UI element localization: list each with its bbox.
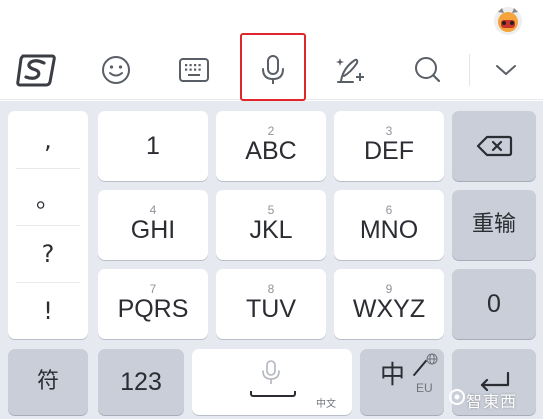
key-label: 123 — [120, 368, 162, 396]
numeric-key[interactable]: 123 — [98, 349, 184, 415]
punct-period-key[interactable]: 。 — [8, 168, 88, 225]
key-label: 重输 — [471, 212, 516, 237]
punct-comma-key[interactable]: , — [8, 111, 88, 168]
reenter-key[interactable]: 重输 — [452, 190, 536, 260]
globe-icon — [426, 353, 438, 365]
key-label: GHI — [130, 216, 176, 244]
key-label: 符 — [36, 369, 59, 394]
key-1[interactable]: 1 — [98, 111, 208, 181]
key-label: 1 — [146, 132, 160, 160]
key-label: WXYZ — [352, 295, 426, 323]
key-label: MNO — [359, 216, 419, 244]
punctuation-column: , 。 ? ! — [8, 111, 88, 339]
key-number: 4 — [149, 203, 157, 217]
microphone-icon — [262, 360, 280, 384]
search-icon — [415, 57, 441, 83]
emoji-icon — [102, 56, 130, 84]
key-label: 0 — [487, 290, 501, 318]
key-label: PQRS — [117, 295, 189, 323]
key-number: 7 — [149, 282, 157, 296]
backspace-icon — [476, 135, 513, 157]
key-6-mno[interactable]: 6 MNO — [334, 190, 444, 260]
punct-exclamation-key[interactable]: ! — [8, 282, 88, 339]
key-8-tuv[interactable]: 8 TUV — [216, 269, 326, 339]
search-button[interactable] — [396, 40, 460, 100]
key-0[interactable]: 0 — [452, 269, 536, 339]
key-number: 3 — [385, 124, 393, 138]
space-key-sublabel: 中文 — [316, 399, 336, 410]
key-number: 8 — [267, 282, 275, 296]
key-5-jkl[interactable]: 5 JKL — [216, 190, 326, 260]
handwriting-icon — [336, 58, 364, 83]
language-switch-key[interactable]: 中 EU — [360, 349, 444, 415]
keyboard-icon — [179, 58, 209, 82]
keyboard-switch-button[interactable] — [162, 40, 226, 100]
space-bar-glyph — [250, 391, 296, 397]
key-label: JKL — [249, 216, 293, 244]
key-4-ghi[interactable]: 4 GHI — [98, 190, 208, 260]
lang-chinese-label: 中 — [380, 360, 406, 389]
voice-button-highlight-box — [240, 33, 306, 101]
key-7-pqrs[interactable]: 7 PQRS — [98, 269, 208, 339]
watermark-text: 智東西 — [466, 392, 518, 411]
backspace-key[interactable] — [452, 111, 536, 181]
chevron-down-icon — [496, 65, 516, 75]
key-9-wxyz[interactable]: 9 WXYZ — [334, 269, 444, 339]
key-label: TUV — [246, 295, 296, 323]
watermark-logo-icon — [449, 389, 465, 405]
key-label: ABC — [245, 137, 297, 165]
mascot-icon[interactable] — [490, 2, 526, 38]
key-number: 5 — [267, 203, 275, 217]
key-number: 6 — [385, 203, 393, 217]
lang-eu-label: EU — [416, 381, 433, 395]
key-number: 2 — [267, 124, 275, 138]
punct-question-key[interactable]: ? — [8, 225, 88, 282]
toolbar-divider — [469, 54, 470, 86]
key-3-def[interactable]: 3 DEF — [334, 111, 444, 181]
key-2-abc[interactable]: 2 ABC — [216, 111, 326, 181]
space-key[interactable]: 中文 — [192, 349, 352, 415]
keyboard-area: , 。 ? ! 1 2 ABC 3 DEF 4 GHI 5 JKL 6 MNO — [0, 101, 543, 419]
sogou-logo-button[interactable] — [5, 40, 69, 100]
key-number: 9 — [385, 282, 393, 296]
symbol-key[interactable]: 符 — [8, 349, 88, 415]
handwriting-button[interactable] — [318, 40, 382, 100]
key-label: DEF — [364, 137, 414, 165]
sogou-logo-icon — [16, 54, 56, 87]
collapse-keyboard-button[interactable] — [474, 40, 538, 100]
watermark: 智東西 — [448, 374, 543, 419]
emoji-button[interactable] — [84, 40, 148, 100]
